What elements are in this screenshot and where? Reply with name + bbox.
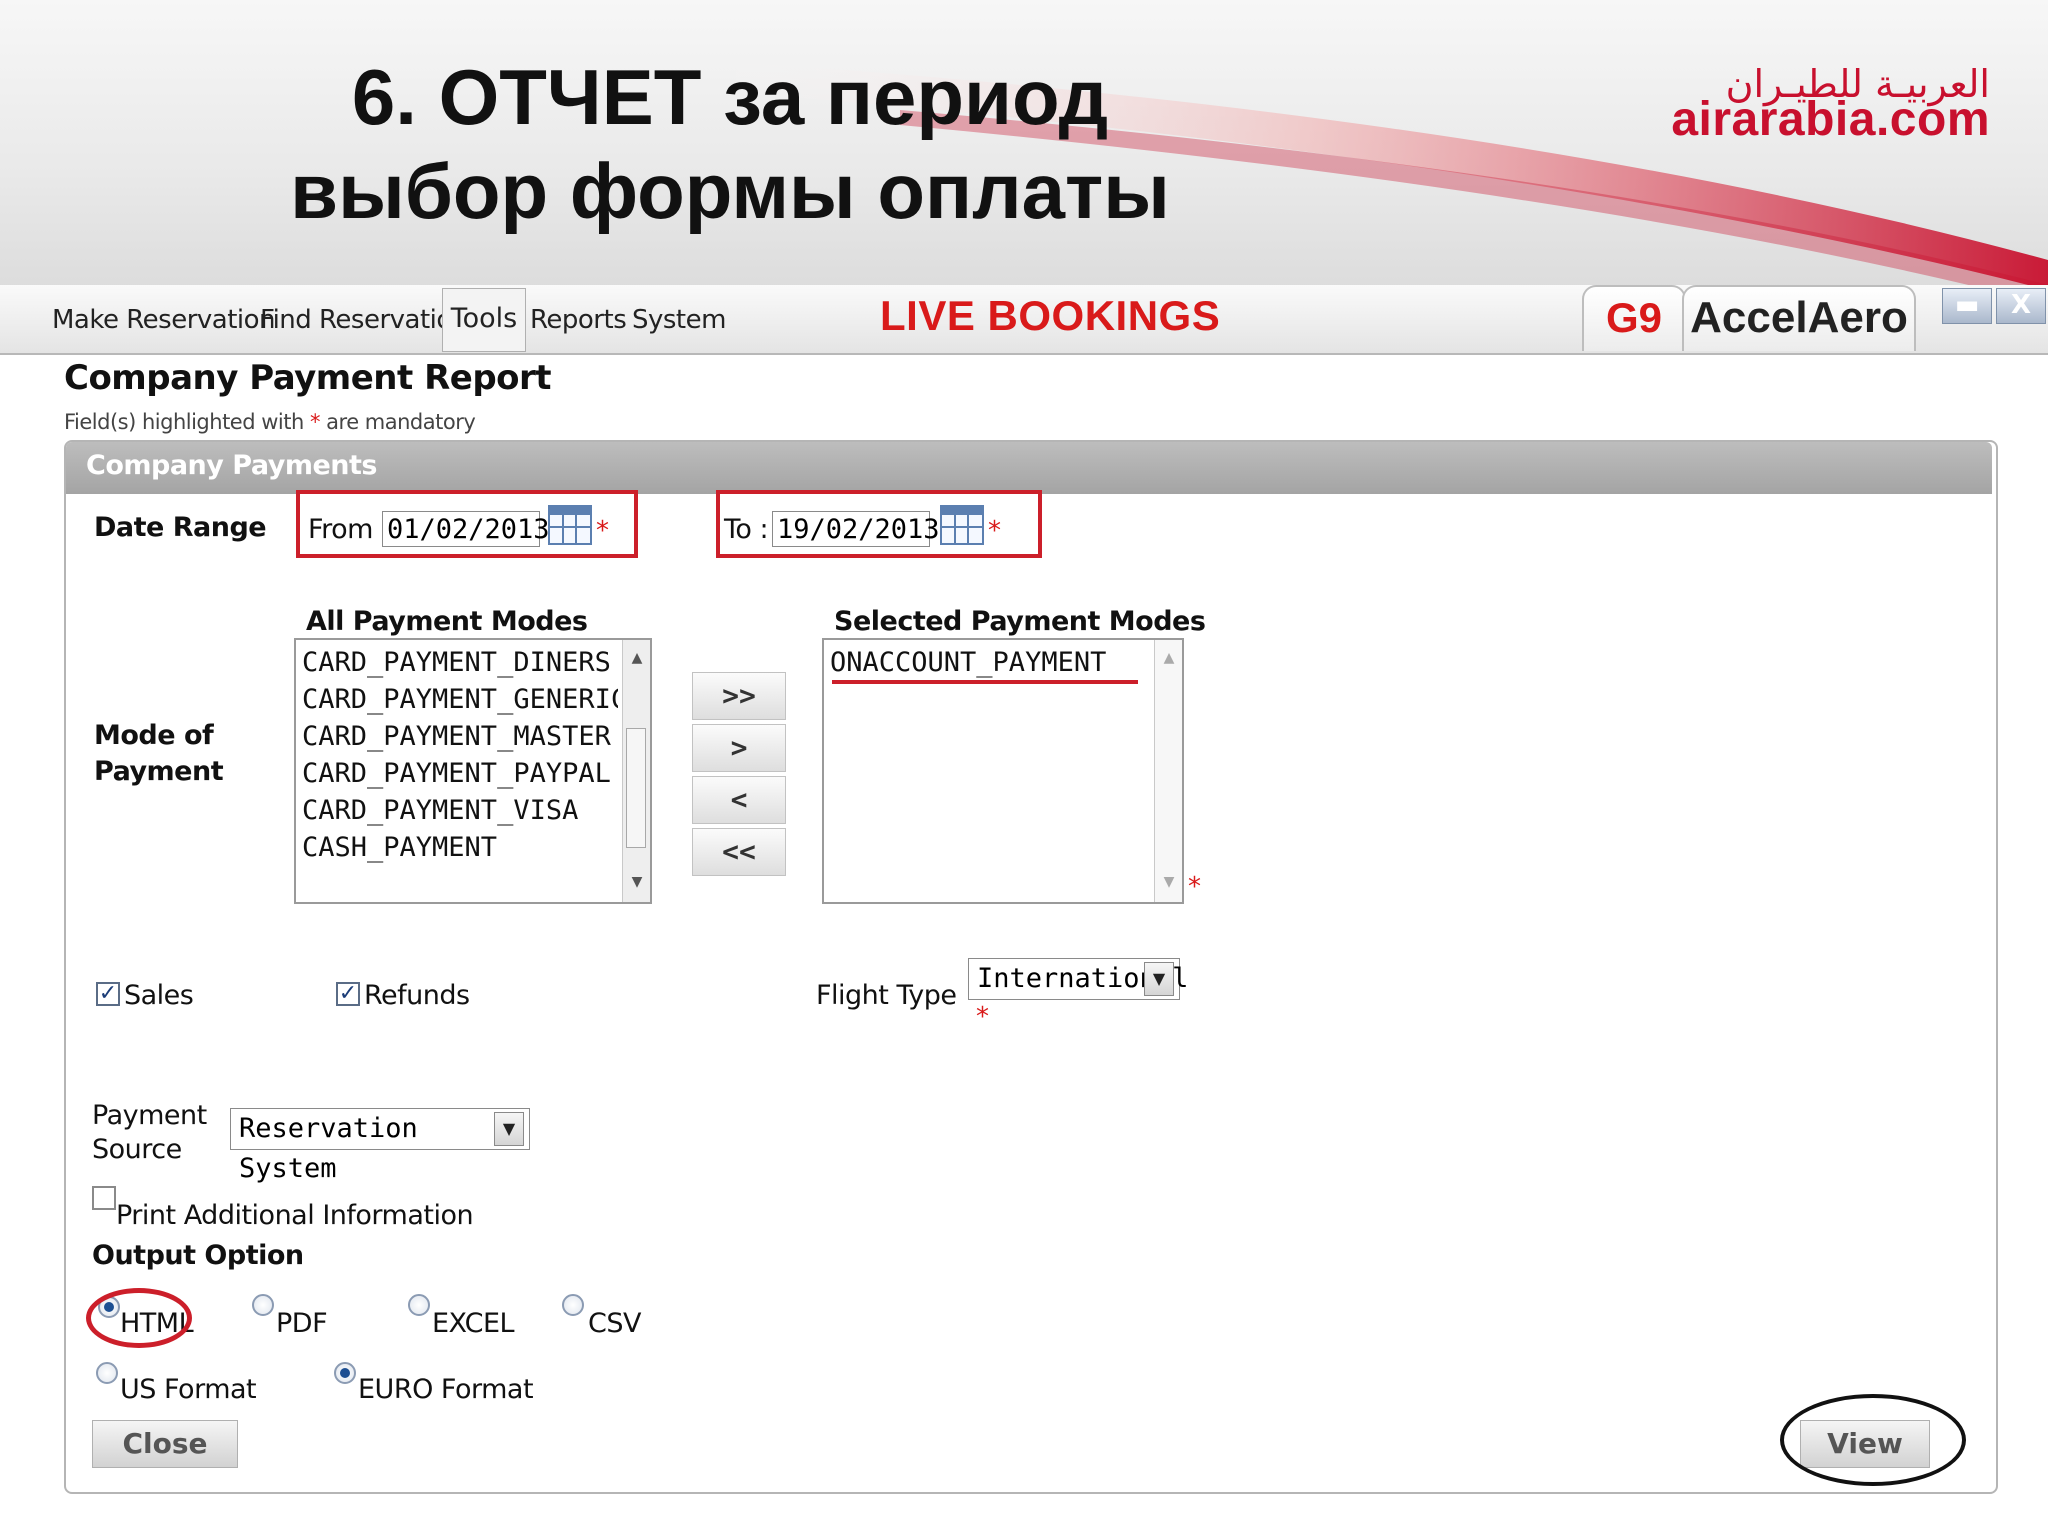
all-payment-modes-list[interactable]: CARD_PAYMENT_DINERS CARD_PAYMENT_GENERIC…: [294, 638, 652, 904]
view-annotation-circle: [1780, 1394, 1966, 1486]
move-left-button[interactable]: <: [692, 776, 786, 824]
from-label: From :: [308, 514, 390, 545]
list-item[interactable]: CARD_PAYMENT_GENERIC: [296, 681, 618, 718]
refunds-checkbox[interactable]: ✓: [336, 982, 360, 1006]
list-item[interactable]: ONACCOUNT_PAYMENT: [824, 644, 1150, 681]
scroll-up-icon[interactable]: ▲: [1155, 644, 1183, 672]
us-format-label: US Format: [120, 1374, 257, 1405]
mandatory-note-pre: Field(s) highlighted with: [64, 410, 304, 434]
scroll-thumb[interactable]: [626, 728, 646, 848]
from-date-input[interactable]: 01/02/2013: [382, 511, 550, 547]
us-format-radio[interactable]: [96, 1362, 118, 1384]
to-label: To :: [724, 514, 769, 545]
menu-item-reports[interactable]: Reports: [530, 300, 627, 340]
menu-item-system[interactable]: System: [632, 300, 726, 340]
to-required-star: *: [988, 516, 1001, 546]
mandatory-note: Field(s) highlighted with * are mandator…: [64, 410, 476, 434]
minimize-button[interactable]: ▬: [1942, 288, 1992, 324]
list-item[interactable]: CARD_PAYMENT_DINERS: [296, 644, 618, 681]
move-all-right-button[interactable]: >>: [692, 672, 786, 720]
sales-checkbox[interactable]: ✓: [96, 982, 120, 1006]
euro-format-radio[interactable]: [334, 1362, 356, 1384]
slide-title: 6. ОТЧЕТ за период выбор формы оплаты: [230, 50, 1230, 238]
output-excel-radio[interactable]: [408, 1294, 430, 1316]
output-csv-label: CSV: [588, 1308, 641, 1339]
mode-of-payment-label-line-2: Payment: [94, 756, 224, 787]
list-item[interactable]: CARD_PAYMENT_PAYPAL: [296, 755, 618, 792]
close-window-button[interactable]: X: [1996, 288, 2046, 324]
payment-modes-required-star: *: [1188, 872, 1201, 902]
refunds-label: Refunds: [364, 980, 470, 1011]
scroll-up-icon[interactable]: ▲: [623, 644, 651, 672]
airarabia-logo: airarabia.com: [1671, 93, 1990, 146]
from-calendar-icon[interactable]: [548, 505, 592, 545]
slide-title-line-2: выбор формы оплаты: [290, 147, 1170, 235]
from-required-star: *: [596, 516, 609, 546]
menu-item-make-reservation[interactable]: Make Reservation: [52, 300, 276, 340]
euro-format-label: EURO Format: [358, 1374, 534, 1405]
mandatory-star: *: [309, 410, 321, 434]
mandatory-note-post: are mandatory: [326, 410, 476, 434]
move-all-left-button[interactable]: <<: [692, 828, 786, 876]
sales-label: Sales: [124, 980, 194, 1011]
output-csv-radio[interactable]: [562, 1294, 584, 1316]
move-right-button[interactable]: >: [692, 724, 786, 772]
payment-source-label-line-2: Source: [92, 1134, 182, 1165]
output-option-label: Output Option: [92, 1240, 304, 1271]
menu-item-find-reservation[interactable]: Find Reservation: [260, 300, 468, 340]
payment-source-select[interactable]: Reservation System: [230, 1108, 530, 1184]
all-modes-scrollbar[interactable]: ▲ ▼: [622, 640, 650, 902]
selected-modes-scrollbar[interactable]: ▲ ▼: [1154, 640, 1182, 902]
selected-mode-underline: [832, 680, 1138, 684]
print-additional-checkbox[interactable]: [92, 1186, 116, 1210]
mode-of-payment-label-line-1: Mode of: [94, 720, 214, 751]
payment-source-label-line-1: Payment: [92, 1100, 207, 1131]
scroll-down-icon[interactable]: ▼: [623, 868, 651, 896]
page-title: Company Payment Report: [64, 358, 552, 398]
panel-title: Company Payments: [86, 450, 377, 481]
list-item[interactable]: CARD_PAYMENT_MASTER: [296, 718, 618, 755]
all-payment-modes-header: All Payment Modes: [306, 606, 588, 637]
list-item[interactable]: CASH_PAYMENT: [296, 829, 618, 866]
output-pdf-label: PDF: [276, 1308, 328, 1339]
slide-title-line-1: 6. ОТЧЕТ за период: [351, 53, 1109, 141]
list-item[interactable]: CARD_PAYMENT_VISA: [296, 792, 618, 829]
brand-tab-accelaero: AccelAero: [1682, 285, 1916, 351]
chevron-down-icon[interactable]: ▼: [494, 1112, 524, 1146]
selected-payment-modes-header: Selected Payment Modes: [834, 606, 1206, 637]
chevron-down-icon[interactable]: ▼: [1144, 962, 1174, 996]
flight-type-label: Flight Type: [816, 980, 957, 1011]
date-range-label: Date Range: [94, 512, 267, 543]
flight-type-required-star: *: [976, 1002, 989, 1032]
live-bookings-label: LIVE BOOKINGS: [880, 292, 1221, 339]
output-excel-label: EXCEL: [432, 1308, 515, 1339]
html-annotation-circle: [86, 1288, 192, 1348]
to-calendar-icon[interactable]: [940, 505, 984, 545]
menu-item-tools[interactable]: Tools: [442, 288, 526, 352]
close-button[interactable]: Close: [92, 1420, 238, 1468]
brand-tab-g9: G9: [1582, 285, 1686, 351]
print-additional-label: Print Additional Information: [116, 1200, 474, 1231]
output-pdf-radio[interactable]: [252, 1294, 274, 1316]
selected-payment-modes-list[interactable]: ONACCOUNT_PAYMENT ▲ ▼: [822, 638, 1184, 904]
to-date-input[interactable]: 19/02/2013: [772, 511, 940, 547]
scroll-down-icon[interactable]: ▼: [1155, 868, 1183, 896]
